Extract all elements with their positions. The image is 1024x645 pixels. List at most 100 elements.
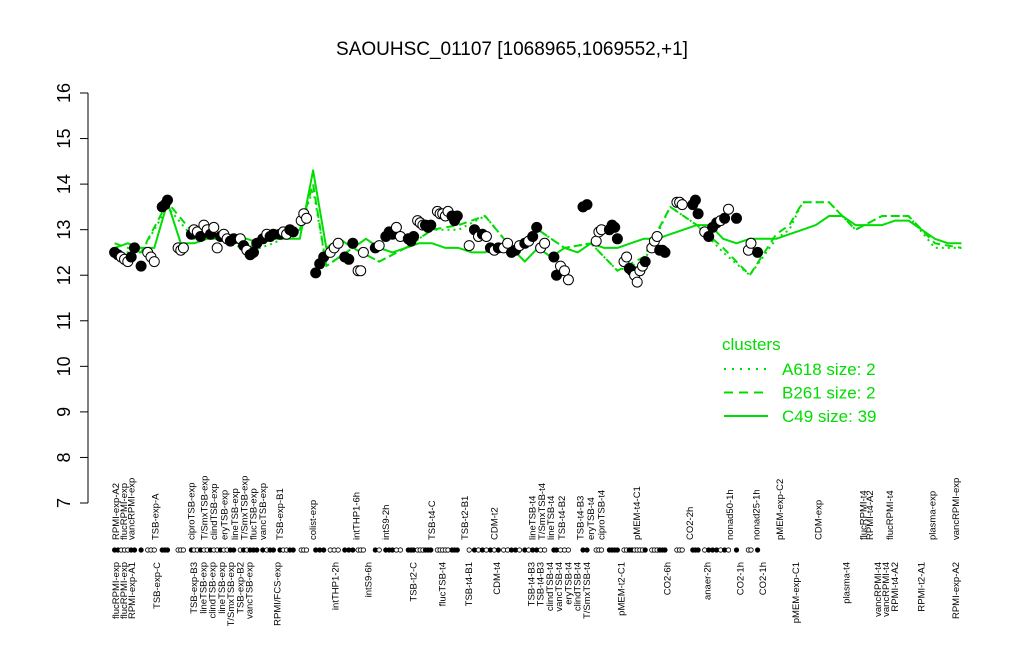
x-label-top: flucRPMI-t4	[885, 490, 896, 540]
data-point	[651, 231, 663, 242]
x-label-bottom: flucTSB-t4	[438, 562, 449, 606]
y-tick-label: 14	[54, 174, 74, 194]
rug-mark	[254, 547, 260, 553]
data-point	[287, 226, 299, 238]
x-label-top: pMEM-t4-C1	[632, 486, 643, 540]
rug-mark	[321, 547, 327, 553]
rug-mark	[360, 547, 366, 553]
rug-mark	[350, 547, 356, 553]
rug-mark	[565, 547, 572, 553]
data-point	[539, 237, 551, 249]
x-label-top: CDM-t2	[489, 507, 500, 540]
x-label-bottom: RPMI-exp-A1	[127, 562, 138, 619]
chart: SAOUHSC_01107 [1068965,1069552,+1] 7 8 9 10…	[0, 0, 1024, 640]
data-point	[621, 251, 633, 263]
rug-mark	[695, 547, 701, 553]
data-point	[745, 237, 757, 249]
rug-mark	[376, 547, 382, 553]
data-point	[639, 256, 651, 268]
y-tick-label: 7	[54, 498, 74, 508]
legend-title: clusters	[722, 335, 781, 354]
y-tick-label: 10	[54, 356, 74, 376]
x-label-top: TSB-exp-B1	[275, 488, 286, 540]
rug-mark	[642, 547, 648, 553]
x-label-top: CDM-exp	[814, 500, 825, 540]
x-labels-top: RPMI-exp-A2flucRPMI-expvancRPMI-exp TSB-e…	[111, 476, 962, 540]
data-point	[451, 210, 463, 222]
data-point	[208, 221, 220, 233]
legend-label: C49 size: 39	[782, 407, 877, 426]
data-point	[548, 251, 560, 263]
data-point	[581, 199, 593, 211]
data-point	[347, 237, 359, 249]
data-point	[480, 231, 492, 242]
data-point	[355, 265, 367, 277]
x-label-bottom: RPMI-t4-A2	[890, 562, 901, 612]
x-label-bottom: TSB-t2-C	[409, 562, 420, 602]
y-tick-label: 13	[54, 220, 74, 240]
chart-svg: SAOUHSC_01107 [1068965,1069552,+1] 7 8 9 10…	[54, 39, 962, 626]
data-point	[148, 256, 160, 268]
x-label-top: nonad50-1h	[725, 489, 736, 540]
x-label-bottom: TSB-exp-C	[152, 562, 163, 609]
x-label-top: intTHP1-6h	[352, 492, 363, 540]
data-point	[248, 246, 259, 258]
rug-mark	[151, 547, 157, 553]
data-point	[301, 212, 312, 224]
rug-mark	[131, 547, 138, 553]
chart-title: SAOUHSC_01107 [1068965,1069552,+1]	[336, 39, 688, 60]
data-point	[719, 212, 731, 224]
x-label-top: colist-exp	[308, 500, 319, 540]
x-label-top: vancRPMI-exp	[127, 478, 138, 540]
data-point	[135, 260, 147, 272]
x-label-top: TSB-t4-B3	[575, 496, 586, 540]
rug-mark	[495, 547, 501, 553]
rug-mark	[614, 547, 621, 553]
data-point	[689, 194, 701, 206]
x-label-bottom: RPMI/FCS-exp	[272, 562, 283, 626]
x-label-top: TSB-t4-C	[427, 500, 438, 540]
x-label-bottom: intS9-6h	[364, 562, 375, 597]
data-point	[752, 246, 764, 258]
x-label-top: ciproTSB-exp	[186, 482, 197, 540]
rug-mark	[303, 547, 310, 553]
rug-mark	[164, 547, 171, 553]
data-point	[692, 208, 704, 220]
data-point	[611, 233, 623, 245]
x-label-bottom: T/SmxTSB-t4	[582, 562, 593, 619]
rug-mark	[541, 547, 548, 553]
x-label-top: lineTSB-t4	[546, 496, 557, 540]
rug-mark	[662, 547, 668, 553]
rug-mark	[516, 547, 523, 553]
x-label-top: intS9-2h	[381, 505, 392, 540]
x-label-top: vancTSB-exp	[258, 483, 269, 540]
legend: clusters A618 size: 2 B261 size: 2 C49 siz…	[722, 335, 877, 426]
data-point	[129, 242, 140, 254]
x-label-top: TSB-t2-B1	[460, 496, 471, 540]
data-point	[390, 221, 402, 233]
rug-mark	[180, 547, 186, 553]
data-point	[723, 203, 734, 215]
rug-mark	[584, 547, 590, 553]
legend-label: A618 size: 2	[782, 360, 876, 379]
data-point	[631, 276, 643, 288]
x-label-top: ciproTSB-t4	[597, 490, 608, 540]
x-label-top: clindTSB-exp	[209, 484, 220, 541]
rug-mark	[397, 547, 403, 553]
x-label-bottom: vancTSB-exp	[245, 562, 256, 619]
data-point	[373, 240, 385, 252]
x-label-bottom: RPMI-exp-A2	[951, 562, 962, 619]
data-point	[162, 194, 173, 206]
x-label-bottom: plasma-t4	[841, 562, 852, 604]
data-point	[357, 246, 369, 258]
data-point	[332, 237, 344, 249]
rug-mark	[598, 547, 605, 553]
data-point	[703, 231, 715, 242]
rug-mark	[231, 547, 237, 553]
data-point	[211, 242, 223, 254]
x-label-bottom: CO2-1h	[758, 562, 769, 595]
data-point	[559, 265, 570, 277]
data-point	[562, 274, 574, 286]
rug-mark	[466, 547, 472, 553]
rug-mark	[679, 547, 685, 553]
